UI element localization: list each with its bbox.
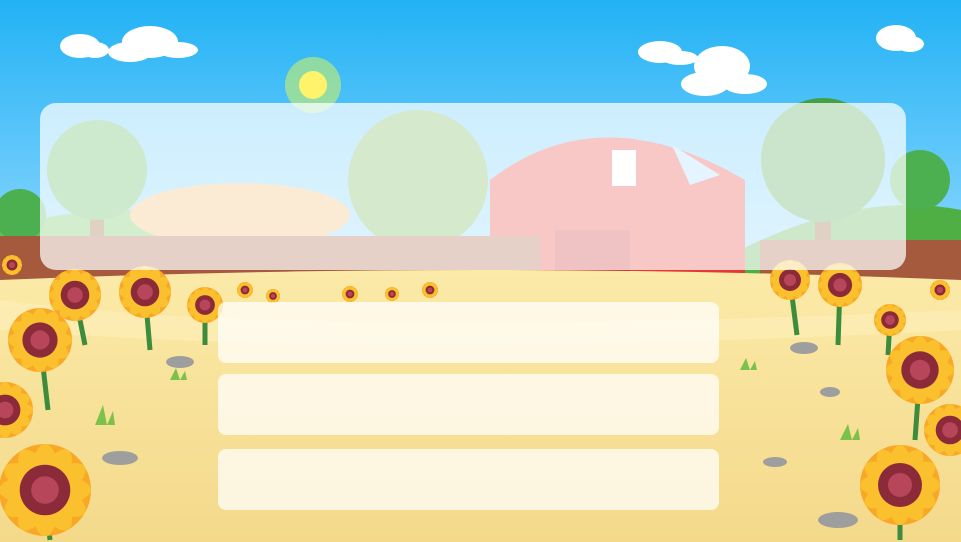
question-panel xyxy=(40,103,906,270)
answer-option-2[interactable] xyxy=(218,374,719,435)
answer-option-1[interactable] xyxy=(218,302,719,363)
answer-option-3[interactable] xyxy=(218,449,719,510)
